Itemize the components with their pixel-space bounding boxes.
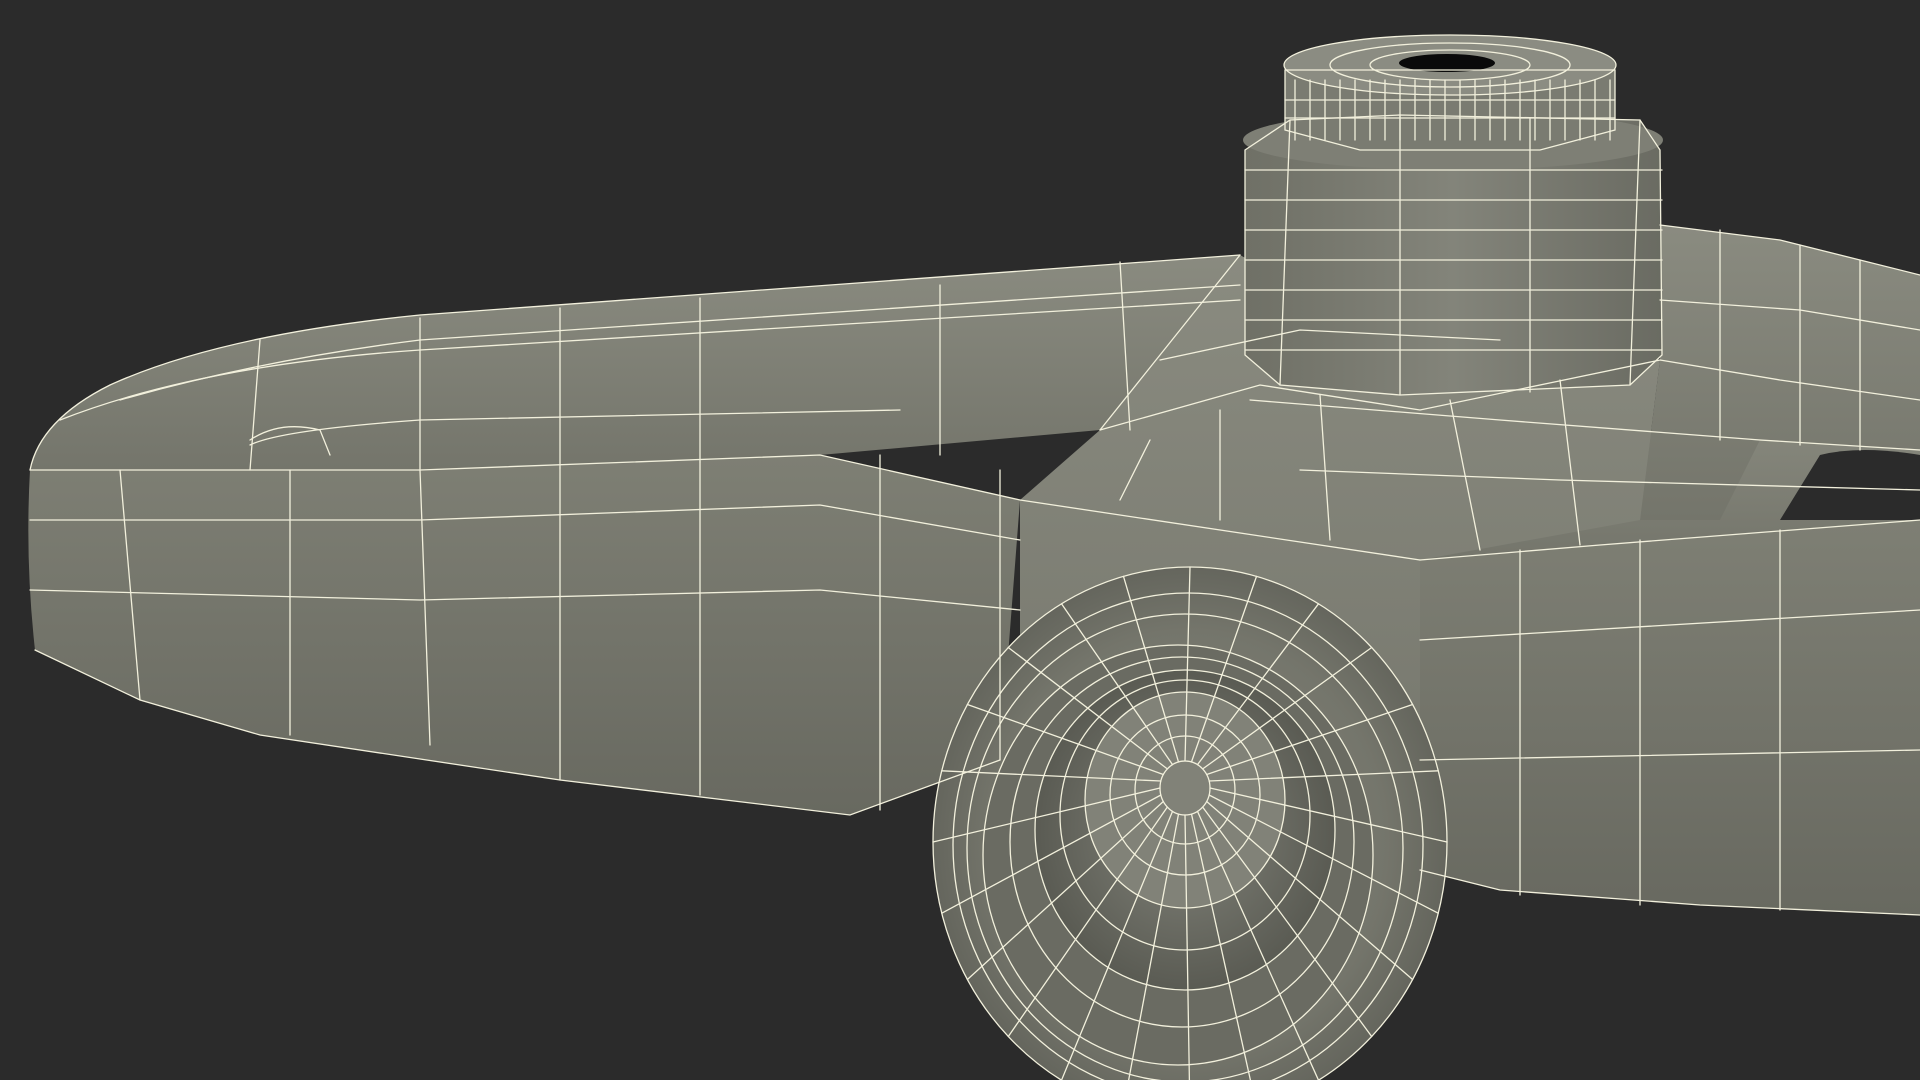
wireframe-render: [28, 34, 1920, 1080]
arm-front-face: [28, 455, 1021, 815]
top-nut-hole: [1399, 54, 1495, 72]
render-viewport: [0, 0, 1920, 1080]
arm-right-section: [1420, 520, 1920, 915]
arm-top-face: [30, 255, 1260, 470]
